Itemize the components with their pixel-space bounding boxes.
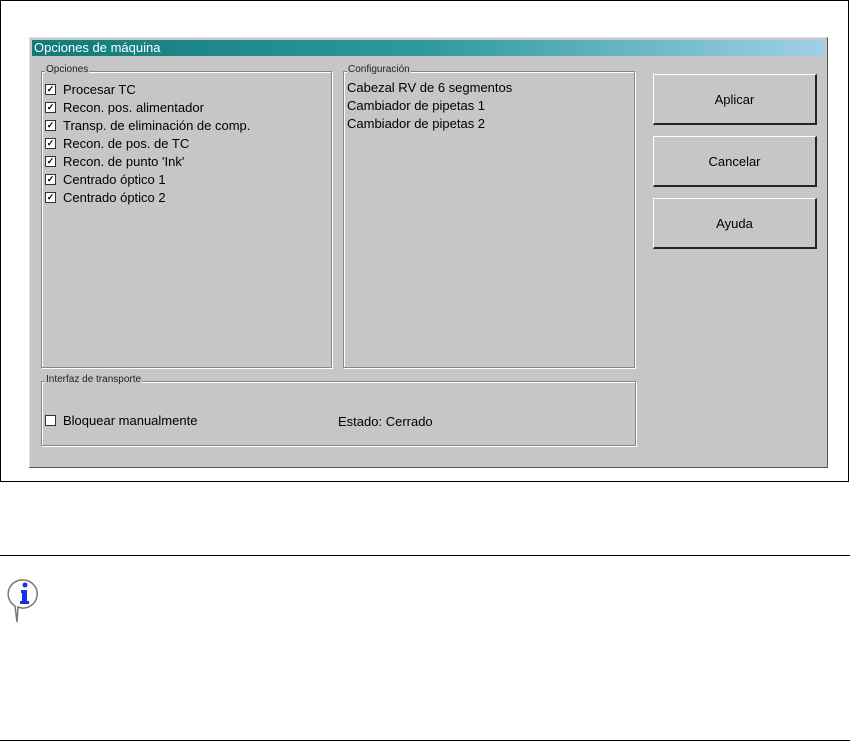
option-label: Recon. de punto 'Ink' xyxy=(63,153,185,169)
help-button[interactable]: Ayuda xyxy=(653,198,817,249)
option-label: Recon. pos. alimentador xyxy=(63,99,204,115)
divider xyxy=(0,740,850,741)
cancel-button[interactable]: Cancelar xyxy=(653,136,817,187)
option-label: Centrado óptico 2 xyxy=(63,189,166,205)
checkbox-icon[interactable]: ✓ xyxy=(45,119,56,131)
lock-manually-checkbox[interactable]: Bloquear manualmente xyxy=(45,411,197,429)
checkbox-icon[interactable]: ✓ xyxy=(45,137,56,149)
option-checkbox[interactable]: ✓ Recon. de pos. de TC xyxy=(45,134,189,152)
option-checkbox[interactable]: ✓ Procesar TC xyxy=(45,80,136,98)
options-group: Opciones ✓ Procesar TC ✓ Recon. pos. alimen… xyxy=(41,64,332,368)
options-legend: Opciones xyxy=(45,64,90,75)
checkbox-icon[interactable]: ✓ xyxy=(45,155,56,167)
config-item: Cambiador de pipetas 1 xyxy=(347,98,486,113)
option-label: Recon. de pos. de TC xyxy=(63,135,190,151)
checkbox-icon[interactable]: ✓ xyxy=(45,83,56,95)
option-checkbox[interactable]: ✓ Centrado óptico 2 xyxy=(45,188,166,206)
transport-legend: Interfaz de transporte xyxy=(45,374,143,385)
config-item: Cabezal RV de 6 segmentos xyxy=(347,80,513,95)
divider xyxy=(0,555,850,556)
info-icon xyxy=(6,577,40,630)
configuration-legend: Configuración xyxy=(347,64,411,75)
machine-options-dialog: Opciones de máquina Opciones ✓ Procesar T… xyxy=(29,37,828,468)
option-label: Transp. de eliminación de comp. xyxy=(63,117,251,133)
checkbox-icon[interactable]: ✓ xyxy=(45,191,56,203)
lock-manually-label: Bloquear manualmente xyxy=(63,412,198,428)
option-checkbox[interactable]: ✓ Centrado óptico 1 xyxy=(45,170,166,188)
option-checkbox[interactable]: ✓ Recon. de punto 'Ink' xyxy=(45,152,184,170)
config-item: Cambiador de pipetas 2 xyxy=(347,116,486,131)
checkbox-icon[interactable] xyxy=(45,414,56,426)
transport-interface-group: Interfaz de transporte Bloquear manualme… xyxy=(41,374,636,446)
option-checkbox[interactable]: ✓ Transp. de eliminación de comp. xyxy=(45,116,250,134)
checkbox-icon[interactable]: ✓ xyxy=(45,101,56,113)
dialog-title: Opciones de máquina xyxy=(32,40,825,56)
option-label: Procesar TC xyxy=(63,81,136,97)
checkbox-icon[interactable]: ✓ xyxy=(45,173,56,185)
configuration-group: Configuración Cabezal RV de 6 segmentos … xyxy=(343,64,635,368)
option-label: Centrado óptico 1 xyxy=(63,171,166,187)
option-checkbox[interactable]: ✓ Recon. pos. alimentador xyxy=(45,98,204,116)
apply-button[interactable]: Aplicar xyxy=(653,74,817,125)
transport-status: Estado: Cerrado xyxy=(338,413,433,429)
